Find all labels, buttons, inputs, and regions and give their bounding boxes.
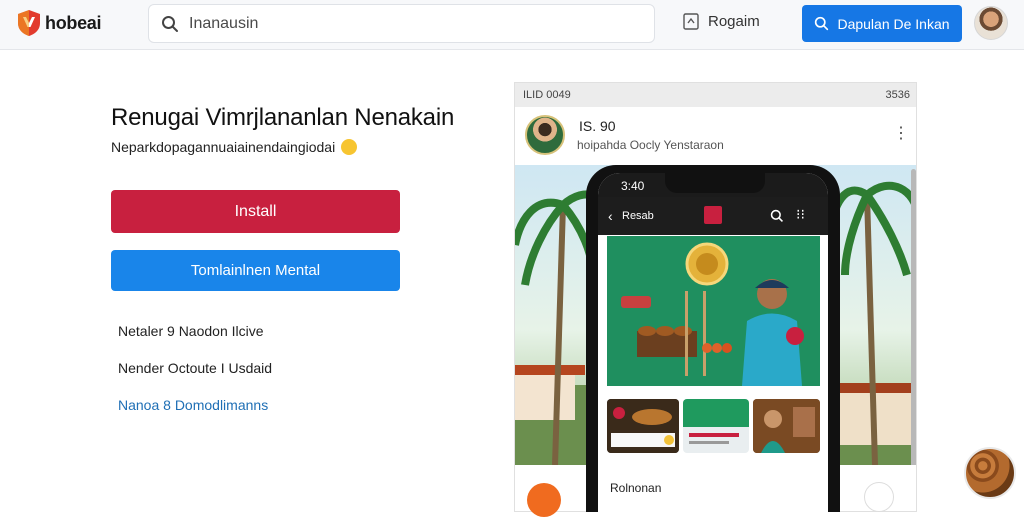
status-left: ILID 0049 [523, 89, 571, 101]
logo[interactable]: hobeai [16, 9, 102, 37]
info-line-1: Netaler 9 Naodon Ilcive [118, 323, 264, 339]
post-avatar[interactable] [525, 115, 565, 155]
phone-app-bar: ‹ Resab ⁝⁝ [598, 197, 828, 235]
post-subtitle: hoipahda Oocly Yenstaraon [577, 138, 724, 152]
search-icon [162, 15, 178, 32]
promo-tile-2[interactable] [683, 399, 749, 453]
user-avatar[interactable] [974, 6, 1008, 40]
preview-status-bar: ILID 0049 3536 [515, 83, 916, 107]
phone-time: 3:40 [621, 179, 645, 193]
info-line-2: Nender Octoute I Usdaid [118, 360, 273, 376]
search-input[interactable] [189, 14, 629, 33]
search-box[interactable] [148, 4, 655, 43]
food-tile-image [607, 399, 679, 453]
app-logo-icon [704, 206, 722, 224]
top-cta-button[interactable]: Dapulan De Inkan [802, 5, 962, 42]
logo-shield-icon [18, 10, 40, 36]
person-tile-image [753, 399, 820, 453]
phone-footer: Rolnonan [598, 473, 828, 512]
smile-emoji-icon [341, 139, 358, 155]
info-link[interactable]: Nanoa 8 Domodlimanns [118, 397, 268, 413]
phone-footer-label: Rolnonan [610, 481, 662, 495]
camera-action-button[interactable] [864, 482, 894, 512]
logo-text: hobeai [45, 12, 102, 33]
grid-menu-icon[interactable]: ⁝⁝ [796, 206, 805, 223]
page-subline: Neparkdopagannuaiainendaingiodai [111, 139, 358, 155]
program-label: Rogaim [708, 13, 760, 30]
secondary-button[interactable]: Tomlainlnen Mental [111, 250, 400, 291]
status-right: 3536 [885, 89, 910, 101]
phone-notch [665, 173, 765, 193]
promo-tile-3[interactable] [753, 399, 820, 453]
food-bowl-thumbnail[interactable] [964, 447, 1016, 499]
install-button[interactable]: Install [111, 190, 400, 233]
back-arrow-icon[interactable]: ‹ [608, 208, 613, 224]
discount-tile-image [683, 399, 749, 444]
page-headline: Renugai Vimrjlananlan Nenakain [111, 104, 455, 131]
search-icon[interactable] [770, 209, 784, 223]
preview-scrollbar[interactable] [911, 169, 916, 469]
promo-tile-1[interactable] [607, 399, 679, 453]
app-hero-banner[interactable] [607, 236, 820, 386]
post-title: IS. 90 [579, 118, 616, 134]
more-options-icon[interactable]: ⋮ [893, 123, 909, 143]
top-bar: hobeai Rogaim Dapulan De Inkan [0, 0, 1024, 50]
phone-nav-label: Resab [622, 210, 654, 222]
top-cta-label: Dapulan De Inkan [837, 15, 950, 32]
subline-text: Neparkdopagannuaiainendaingiodai [111, 139, 336, 155]
phone-mockup: 3:40 ‹ Resab ⁝⁝ Rolnonan [586, 165, 840, 512]
phone-screen: 3:40 ‹ Resab ⁝⁝ Rolnonan [598, 173, 828, 512]
document-icon [683, 13, 699, 30]
post-header: IS. 90 hoipahda Oocly Yenstaraon ⋮ [515, 107, 916, 165]
vendor-illustration [607, 236, 820, 386]
program-link[interactable]: Rogaim [683, 13, 760, 30]
search-icon [815, 16, 829, 31]
